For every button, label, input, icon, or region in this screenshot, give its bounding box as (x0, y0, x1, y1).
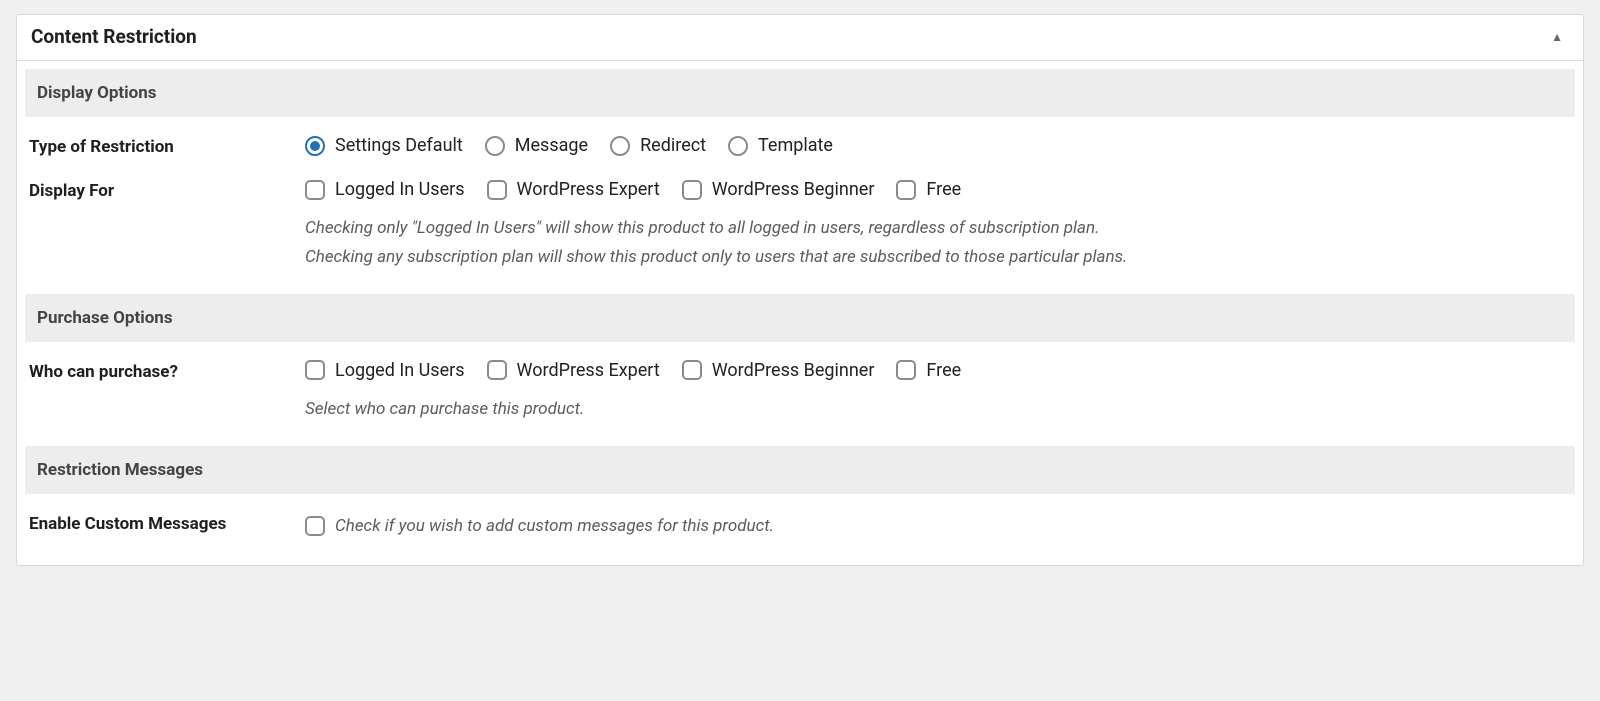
field-type-of-restriction: Type of Restriction Settings Default Mess… (25, 117, 1575, 157)
checkbox-label: WordPress Beginner (712, 179, 875, 200)
checkbox-free[interactable]: Free (896, 179, 961, 200)
checkbox-icon (896, 180, 916, 200)
who-can-purchase-help: Select who can purchase this product. (305, 395, 1571, 424)
checkbox-wordpress-beginner[interactable]: WordPress Beginner (682, 179, 875, 200)
radio-icon (610, 136, 630, 156)
radio-template[interactable]: Template (728, 135, 833, 156)
checkbox-icon (682, 180, 702, 200)
display-for-options: Logged In Users WordPress Expert WordPress… (305, 179, 1571, 200)
field-enable-custom-messages: Enable Custom Messages Check if you wish… (25, 494, 1575, 541)
radio-label: Settings Default (335, 135, 463, 156)
collapse-toggle-icon[interactable]: ▲ (1545, 26, 1569, 48)
radio-label: Redirect (640, 135, 706, 156)
radio-label: Message (515, 135, 588, 156)
checkbox-label: WordPress Expert (517, 179, 660, 200)
checkbox-logged-in-users[interactable]: Logged In Users (305, 360, 465, 381)
field-display-for: Display For Logged In Users WordPress Exp… (25, 157, 1575, 272)
checkbox-label: Free (926, 179, 961, 200)
radio-icon (485, 136, 505, 156)
checkbox-free[interactable]: Free (896, 360, 961, 381)
section-heading-restriction-messages: Restriction Messages (25, 446, 1575, 494)
section-heading-display-options: Display Options (25, 69, 1575, 117)
checkbox-label: WordPress Expert (517, 360, 660, 381)
metabox-body: Display Options Type of Restriction Sett… (17, 61, 1583, 565)
type-of-restriction-options: Settings Default Message Redirect Template (305, 135, 1571, 156)
checkbox-wordpress-expert[interactable]: WordPress Expert (487, 360, 660, 381)
radio-message[interactable]: Message (485, 135, 588, 156)
checkbox-icon (305, 180, 325, 200)
label-enable-custom-messages: Enable Custom Messages (29, 512, 305, 534)
radio-redirect[interactable]: Redirect (610, 135, 706, 156)
checkbox-icon (305, 516, 325, 536)
label-who-can-purchase: Who can purchase? (29, 360, 305, 382)
field-who-can-purchase: Who can purchase? Logged In Users WordPre… (25, 342, 1575, 424)
checkbox-icon (487, 360, 507, 380)
section-heading-purchase-options: Purchase Options (25, 294, 1575, 342)
radio-settings-default[interactable]: Settings Default (305, 135, 463, 156)
label-type-of-restriction: Type of Restriction (29, 135, 305, 157)
display-for-help-line-2: Checking any subscription plan will show… (305, 243, 1571, 272)
checkbox-wordpress-beginner[interactable]: WordPress Beginner (682, 360, 875, 381)
checkbox-icon (487, 180, 507, 200)
who-can-purchase-options: Logged In Users WordPress Expert WordPress… (305, 360, 1571, 381)
radio-icon (305, 136, 325, 156)
checkbox-label: Logged In Users (335, 360, 465, 381)
metabox-header: Content Restriction ▲ (17, 15, 1583, 61)
checkbox-icon (896, 360, 916, 380)
panel-title: Content Restriction (31, 25, 197, 48)
display-for-help-line-1: Checking only "Logged In Users" will sho… (305, 214, 1571, 243)
display-for-help: Checking only "Logged In Users" will sho… (305, 214, 1571, 272)
checkbox-logged-in-users[interactable]: Logged In Users (305, 179, 465, 200)
checkbox-icon (305, 360, 325, 380)
checkbox-enable-custom-messages[interactable]: Check if you wish to add custom messages… (305, 512, 774, 541)
content-restriction-metabox: Content Restriction ▲ Display Options Ty… (16, 14, 1584, 566)
checkbox-icon (682, 360, 702, 380)
checkbox-label: Free (926, 360, 961, 381)
checkbox-label: Logged In Users (335, 179, 465, 200)
checkbox-label: WordPress Beginner (712, 360, 875, 381)
radio-icon (728, 136, 748, 156)
checkbox-wordpress-expert[interactable]: WordPress Expert (487, 179, 660, 200)
enable-custom-messages-help: Check if you wish to add custom messages… (335, 512, 774, 541)
label-display-for: Display For (29, 179, 305, 201)
radio-label: Template (758, 135, 833, 156)
